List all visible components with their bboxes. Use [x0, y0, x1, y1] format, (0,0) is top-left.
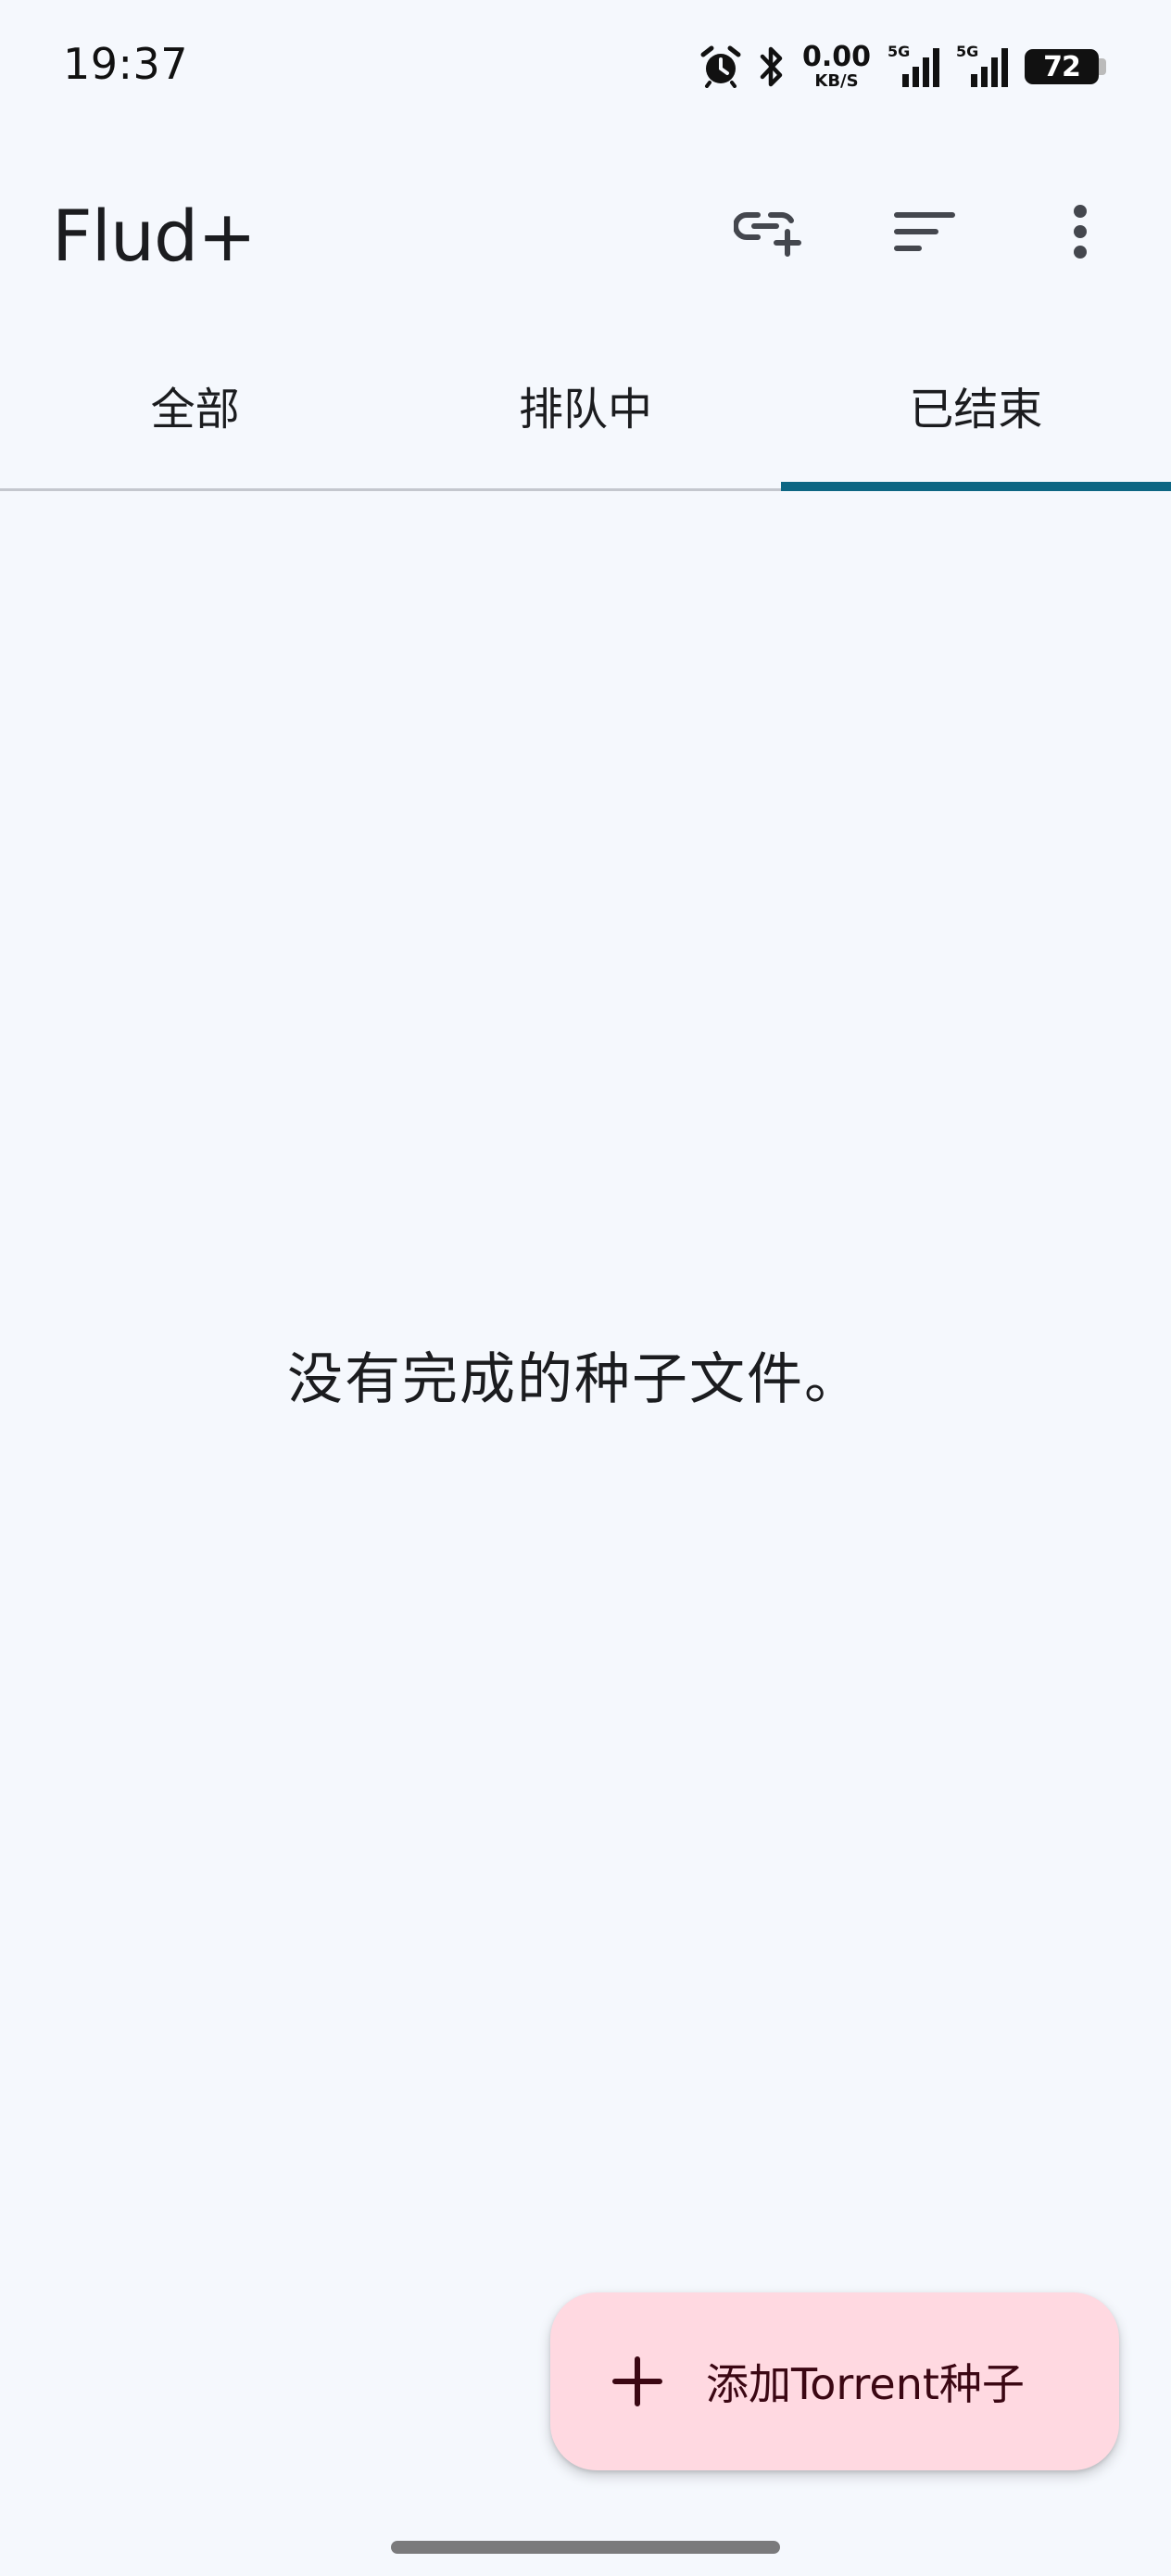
add-link-button[interactable]: [732, 196, 806, 271]
alarm-icon: [700, 45, 741, 88]
tab-bar: 全部 排队中 已结束: [0, 334, 1171, 491]
bluetooth-icon: [758, 45, 786, 88]
empty-state-message: 没有完成的种子文件。: [287, 1347, 862, 1412]
status-icons: 0.00 KB/S 5G 5G 72: [700, 41, 1106, 93]
sort-icon: [894, 209, 955, 258]
more-options-button[interactable]: [1043, 196, 1117, 271]
net-speed-unit: KB/S: [814, 71, 859, 91]
signal-icon: 5G: [888, 43, 939, 89]
add-link-icon: [733, 206, 804, 261]
app-title: Flud+: [52, 195, 257, 277]
tab-queued[interactable]: 排队中: [390, 334, 780, 488]
more-vert-icon: [1071, 204, 1089, 263]
net-speed-value: 0.00: [801, 41, 871, 73]
status-bar: 19:37 0.00 KB/S 5G 5G 72: [0, 0, 1171, 139]
add-torrent-button[interactable]: 添加Torrent种子: [550, 2292, 1119, 2470]
app-bar: Flud+: [0, 158, 1171, 306]
tab-finished[interactable]: 已结束: [780, 334, 1171, 491]
net-speed: 0.00 KB/S: [802, 44, 871, 90]
battery-level: 72: [1043, 50, 1081, 83]
home-indicator[interactable]: [391, 2541, 780, 2554]
tab-all[interactable]: 全部: [0, 334, 390, 488]
status-time: 19:37: [63, 39, 189, 89]
signal-icon: 5G: [956, 43, 1008, 89]
plus-icon: [610, 2354, 665, 2409]
add-torrent-label: 添加Torrent种子: [706, 2359, 1025, 2409]
battery-icon: 72: [1025, 49, 1106, 84]
sort-button[interactable]: [888, 196, 962, 271]
